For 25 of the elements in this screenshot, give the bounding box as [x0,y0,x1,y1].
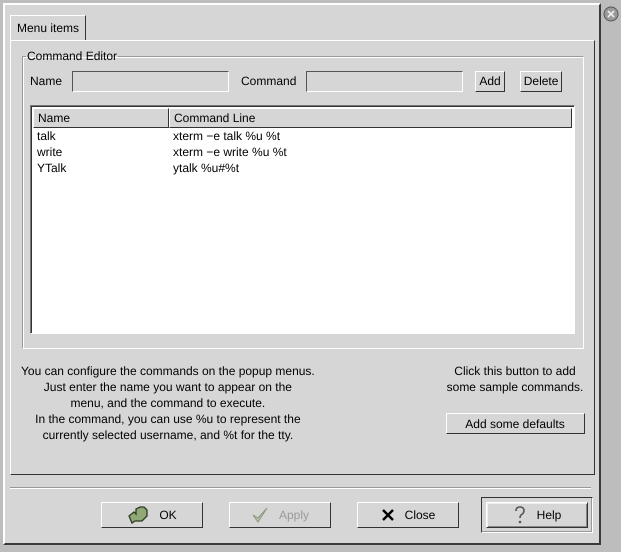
table-cell: talk [37,129,56,143]
column-header[interactable]: Command Line [169,108,572,128]
dialog-button[interactable]: Close [357,502,459,528]
tab[interactable]: Menu items [10,15,86,40]
help-text: In the command, you can use %u to represent the [35,411,301,427]
table-cell: xterm −e write %u %t [173,145,287,159]
field-label: Command [241,74,296,88]
table-cell: ytalk %u#%t [173,161,240,175]
editor-button[interactable]: Add [475,70,505,92]
help-text: You can configure the commands on the popup menus. [21,363,315,379]
editor-button[interactable]: Delete [520,70,562,92]
dialog-button[interactable]: Help [486,502,588,528]
defaults-text: Click this button to add [454,363,576,379]
table-cell: write [37,145,62,159]
defaults-text: some sample commands. [446,379,584,395]
help-text: currently selected username, and %t for the tty. [42,427,294,443]
frame-title: Command Editor [26,49,118,63]
field-label: Name [30,74,62,88]
help-text: Just enter the name you want to appear on the [44,379,292,395]
dialog-button[interactable]: OK [101,502,203,528]
table-cell: YTalk [37,161,66,175]
column-header[interactable]: Name [33,108,169,128]
help-text: menu, and the command to execute. [70,395,266,411]
table-cell: xterm −e talk %u %t [173,129,280,143]
add-defaults-button[interactable]: Add some defaults [446,413,584,434]
